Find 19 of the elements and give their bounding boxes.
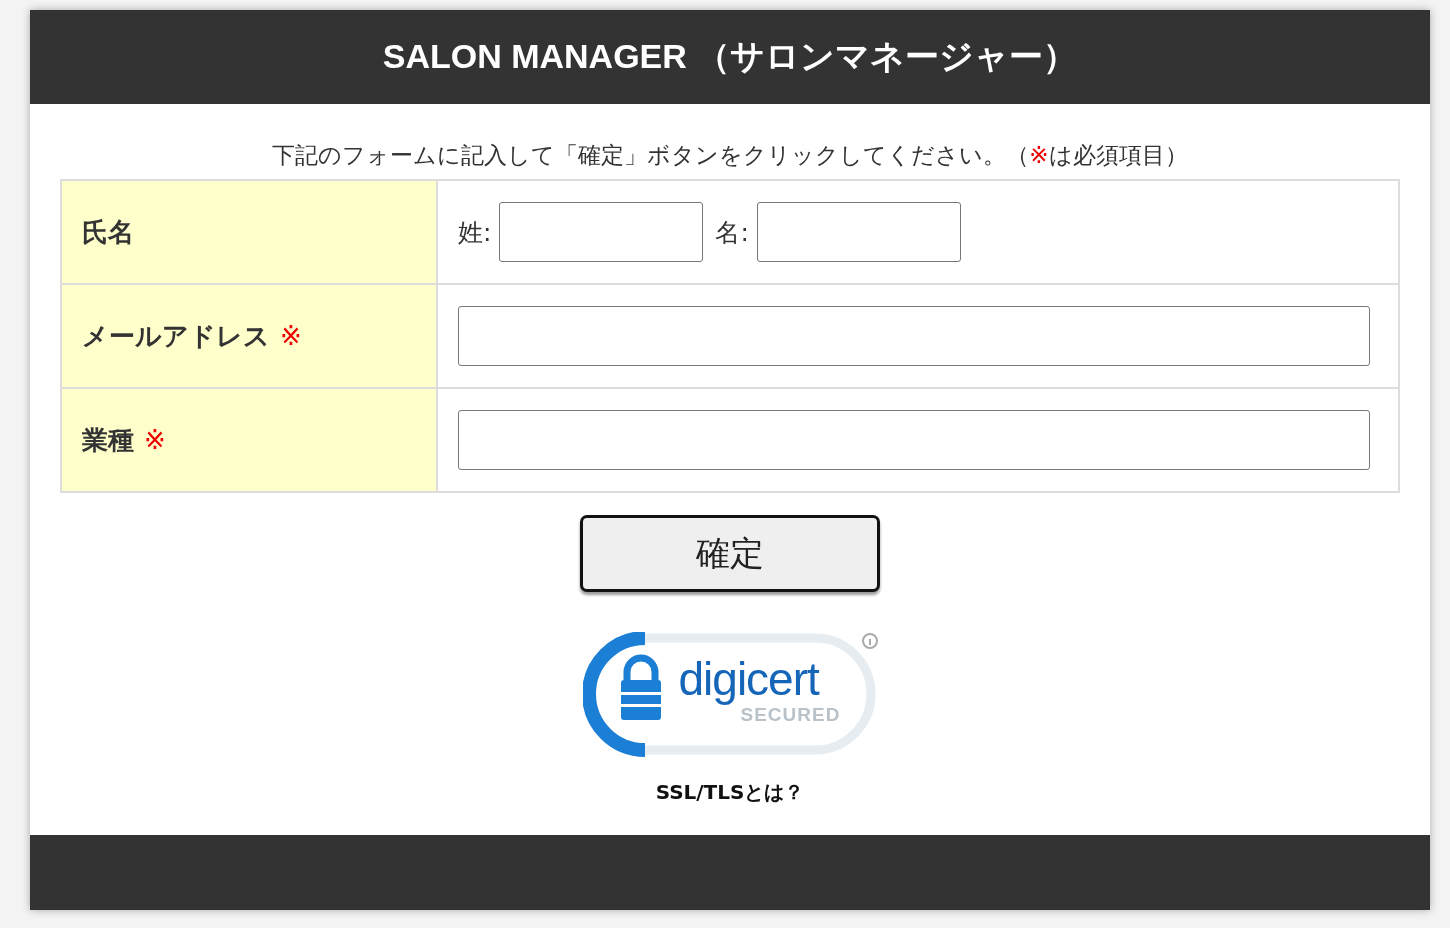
ssl-info-link[interactable]: SSL/TLSとは？: [655, 779, 805, 806]
page-title: SALON MANAGER （サロンマネージャー）: [382, 36, 1078, 77]
form-instructions: 下記のフォームに記入して「確定」ボタンをクリックしてください。（※は必須項目）: [271, 141, 1189, 170]
security-seal[interactable]: digicert SECURED: [582, 632, 878, 757]
seal-brand: digicert: [678, 652, 819, 706]
field-label: メールアドレス: [82, 319, 270, 353]
field-label: 業種: [82, 423, 134, 457]
seal-badge-icon: [582, 632, 878, 757]
confirm-button[interactable]: 確定: [580, 515, 880, 592]
required-mark: ※: [144, 425, 166, 455]
required-mark: ※: [280, 321, 302, 351]
input-field[interactable]: [499, 202, 704, 262]
field-label: 氏名: [82, 215, 134, 249]
input-field[interactable]: [458, 306, 1370, 366]
name-part-label: 姓:: [458, 216, 492, 249]
input-field[interactable]: [756, 202, 961, 262]
seal-subtitle: SECURED: [740, 704, 841, 726]
input-field[interactable]: [458, 410, 1370, 470]
name-part-label: 名:: [715, 216, 749, 249]
